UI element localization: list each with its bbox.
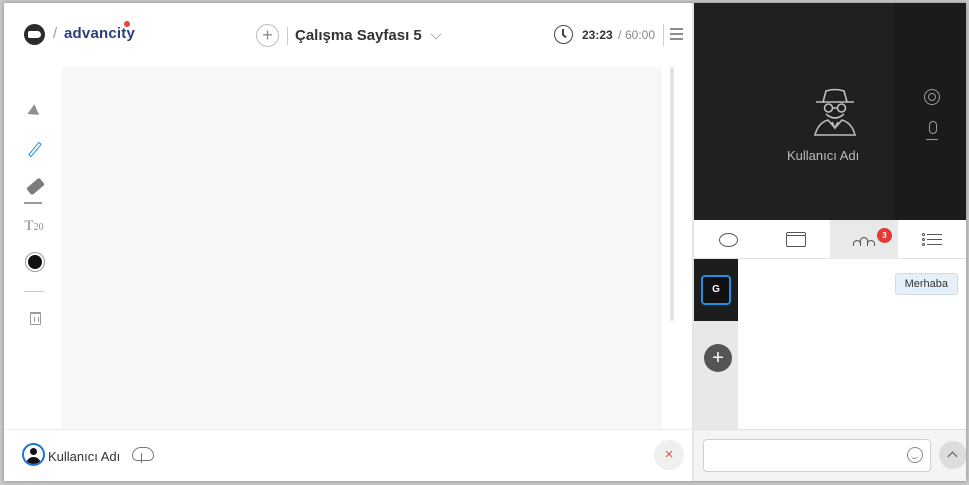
clear-button[interactable] [24, 307, 46, 329]
logo-separator: / [53, 25, 58, 42]
clock-icon [554, 25, 573, 44]
toolbar: T20 [4, 65, 62, 429]
anonymous-user-icon [813, 88, 857, 136]
tab-chat[interactable] [694, 220, 762, 259]
side-panel: Kullanıcı Adı 3 G + Merhaba [694, 3, 966, 481]
panel-tabs: 3 [694, 220, 966, 259]
canvas-scrollbar[interactable] [670, 67, 674, 321]
bottom-bar: Kullanıcı Adı × [4, 429, 694, 481]
logo-icon [24, 24, 45, 45]
microphone-icon[interactable] [926, 121, 938, 140]
user-avatar-icon [22, 443, 45, 466]
tab-list[interactable] [898, 220, 966, 259]
participants-icon [853, 233, 875, 246]
timer-elapsed: 23:23 [582, 28, 613, 42]
eraser-baseline [24, 202, 42, 204]
pen-icon [28, 141, 42, 157]
text-size-icon: T20 [24, 217, 44, 234]
divider [663, 24, 664, 46]
brand-dot-icon [124, 21, 130, 27]
whiteboard-area: / advancity + Çalışma Sayfası 5 23:23 / … [4, 3, 694, 481]
eraser-tool-button[interactable] [24, 175, 46, 197]
group-item[interactable]: G [701, 275, 731, 305]
emoji-icon[interactable] [907, 447, 923, 463]
divider [287, 27, 288, 45]
menu-icon[interactable] [670, 28, 683, 40]
message-input[interactable] [703, 439, 931, 472]
participants-count-badge: 3 [877, 228, 892, 243]
brand-name: advancity [64, 25, 135, 42]
chevron-down-icon[interactable] [430, 28, 442, 40]
video-feed [694, 3, 894, 220]
toolbar-divider [24, 291, 44, 292]
chat-message: Merhaba [894, 273, 958, 295]
timer-separator: / [618, 28, 622, 42]
list-icon [922, 232, 942, 247]
drawing-canvas[interactable] [62, 67, 662, 429]
color-dot-icon [28, 255, 42, 269]
cloud-upload-icon[interactable] [132, 447, 154, 463]
camera-icon[interactable] [924, 89, 940, 105]
eraser-icon [25, 177, 45, 195]
select-tool-button[interactable] [24, 101, 46, 123]
chat-input-bar [694, 429, 966, 481]
pen-tool-button[interactable] [24, 138, 46, 160]
select-arrow-icon [27, 104, 43, 120]
trash-icon [29, 311, 41, 325]
add-page-button[interactable]: + [256, 24, 279, 47]
video-tile: Kullanıcı Adı [694, 3, 966, 220]
color-picker-button[interactable] [24, 251, 46, 273]
close-button[interactable]: × [654, 440, 684, 470]
tab-files[interactable] [762, 220, 830, 259]
text-size-button[interactable]: T20 [21, 215, 47, 237]
page-title[interactable]: Çalışma Sayfası 5 [295, 27, 422, 44]
add-group-button[interactable]: + [704, 344, 732, 372]
folder-icon [786, 232, 806, 247]
top-bar: / advancity + Çalışma Sayfası 5 23:23 / … [4, 3, 694, 65]
timer-total: 60:00 [625, 28, 656, 42]
scroll-up-button[interactable] [939, 441, 966, 469]
user-name: Kullanıcı Adı [48, 449, 121, 464]
chat-icon [718, 232, 738, 247]
participant-name: Kullanıcı Adı [787, 148, 860, 163]
chat-messages: Merhaba [738, 259, 966, 429]
app-window: / advancity + Çalışma Sayfası 5 23:23 / … [4, 3, 966, 481]
